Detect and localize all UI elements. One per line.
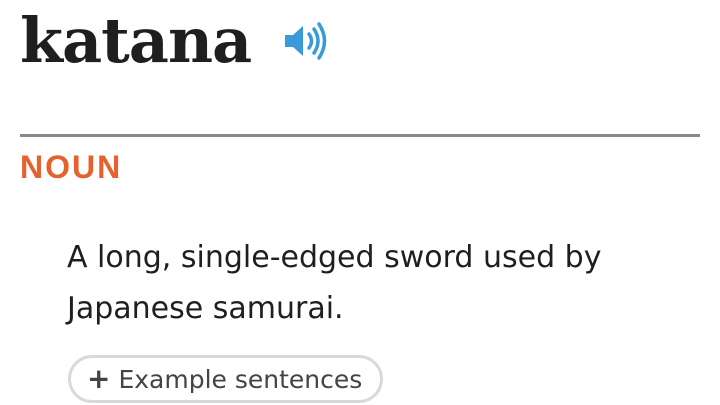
- example-sentences-label: Example sentences: [118, 364, 363, 394]
- speaker-audio-icon: [285, 22, 327, 60]
- definition-text: A long, single-edged sword used by Japan…: [67, 240, 602, 326]
- part-of-speech-label: NOUN: [20, 149, 123, 185]
- headword: katana: [20, 4, 252, 77]
- example-sentences-button[interactable]: + Example sentences: [68, 355, 384, 403]
- section-divider: [20, 134, 700, 137]
- plus-icon: +: [87, 362, 111, 395]
- audio-pronunciation-button[interactable]: [281, 19, 331, 63]
- headword-row: katana: [20, 0, 331, 82]
